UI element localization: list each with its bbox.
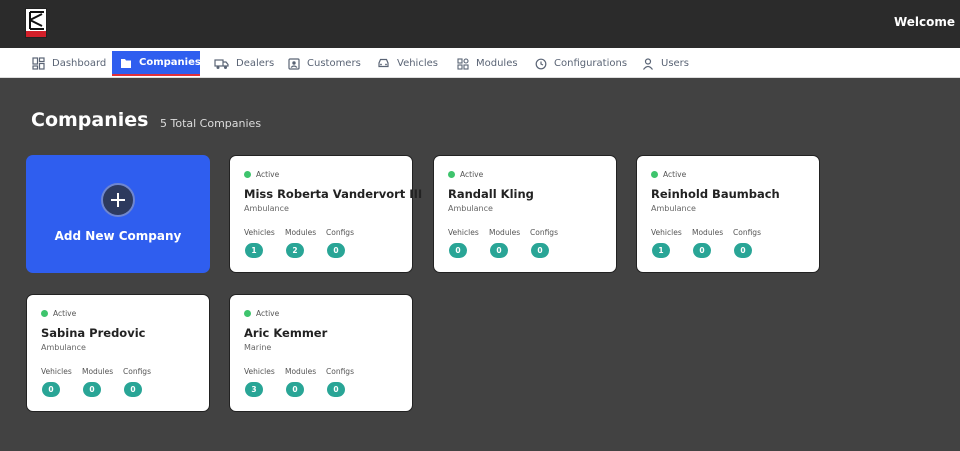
car-icon <box>378 58 389 68</box>
nav-customers[interactable]: Customers <box>280 51 369 76</box>
nav-configurations[interactable]: Configurations <box>527 51 635 76</box>
status-label: Active <box>663 170 687 179</box>
nav-modules[interactable]: Modules <box>449 51 526 76</box>
configs-label: Configs <box>123 367 151 376</box>
nav-label: Modules <box>476 58 518 69</box>
configs-label: Configs <box>326 228 354 237</box>
customers-icon <box>288 57 300 70</box>
status-dot-icon <box>651 171 658 178</box>
configurations-icon <box>535 58 547 69</box>
status-label: Active <box>256 309 280 318</box>
status-dot-icon <box>244 310 251 317</box>
status-badge: Active <box>244 170 279 179</box>
vehicles-count: 0 <box>449 243 467 258</box>
configs-label: Configs <box>326 367 354 376</box>
nav-label: Users <box>661 58 690 69</box>
modules-icon <box>457 57 469 70</box>
company-card[interactable]: Active Sabina Predovic Ambulance Vehicle… <box>26 294 210 412</box>
company-name: Reinhold Baumbach <box>651 187 780 201</box>
nav-label: Companies <box>139 57 201 68</box>
company-card[interactable]: Active Aric Kemmer Marine Vehicles Modul… <box>229 294 413 412</box>
modules-count: 0 <box>286 382 304 397</box>
modules-label: Modules <box>285 367 317 376</box>
add-new-company-card[interactable]: Add New Company <box>26 155 210 273</box>
status-dot-icon <box>244 171 251 178</box>
status-label: Active <box>460 170 484 179</box>
configs-count: 0 <box>327 382 345 397</box>
modules-count: 0 <box>693 243 711 258</box>
welcome-text: Welcome <box>893 15 955 29</box>
plus-icon <box>101 183 135 217</box>
nav-label: Configurations <box>554 58 628 69</box>
vehicles-count: 0 <box>42 382 60 397</box>
main-nav: Dashboard Companies Dealers Customers Ve… <box>0 48 960 78</box>
company-name: Sabina Predovic <box>41 326 146 340</box>
vehicles-label: Vehicles <box>448 228 479 237</box>
add-new-company-label: Add New Company <box>54 229 182 243</box>
company-card[interactable]: Active Miss Roberta Vandervort III Ambul… <box>229 155 422 273</box>
vehicles-label: Vehicles <box>244 367 275 376</box>
nav-label: Dealers <box>236 58 275 69</box>
configs-count: 0 <box>734 243 752 258</box>
company-name: Aric Kemmer <box>244 326 328 340</box>
status-badge: Active <box>448 170 483 179</box>
configs-count: 0 <box>531 243 549 258</box>
modules-label: Modules <box>489 228 521 237</box>
vehicles-label: Vehicles <box>41 367 72 376</box>
company-name: Miss Roberta Vandervort III <box>244 187 423 201</box>
vehicles-count: 1 <box>652 243 670 258</box>
truck-icon <box>214 58 229 69</box>
nav-label: Dashboard <box>52 58 107 69</box>
dashboard-icon <box>32 57 45 70</box>
nav-dealers[interactable]: Dealers <box>206 51 282 76</box>
nav-label: Customers <box>307 58 361 69</box>
modules-label: Modules <box>285 228 317 237</box>
configs-count: 0 <box>327 243 345 258</box>
company-type: Ambulance <box>244 204 289 213</box>
status-badge: Active <box>244 309 279 318</box>
app-logo[interactable] <box>25 8 47 38</box>
company-type: Ambulance <box>41 343 86 352</box>
vehicles-label: Vehicles <box>651 228 682 237</box>
top-bar: Welcome <box>0 0 960 48</box>
status-badge: Active <box>41 309 76 318</box>
page-title: Companies <box>31 109 149 131</box>
company-type: Ambulance <box>448 204 493 213</box>
status-dot-icon <box>448 171 455 178</box>
nav-companies[interactable]: Companies <box>112 51 201 76</box>
modules-count: 0 <box>83 382 101 397</box>
status-label: Active <box>256 170 280 179</box>
status-dot-icon <box>41 310 48 317</box>
company-name: Randall Kling <box>448 187 534 201</box>
status-badge: Active <box>651 170 686 179</box>
nav-vehicles[interactable]: Vehicles <box>369 51 446 76</box>
total-count: 5 Total Companies <box>160 117 262 130</box>
user-icon <box>643 57 653 70</box>
vehicles-count: 3 <box>245 382 263 397</box>
company-card[interactable]: Active Reinhold Baumbach Ambulance Vehic… <box>636 155 820 273</box>
company-card[interactable]: Active Randall Kling Ambulance Vehicles … <box>433 155 617 273</box>
vehicles-count: 1 <box>245 243 263 258</box>
modules-count: 2 <box>286 243 304 258</box>
nav-label: Vehicles <box>397 58 438 69</box>
modules-label: Modules <box>692 228 724 237</box>
company-type: Marine <box>244 343 272 352</box>
vehicles-label: Vehicles <box>244 228 275 237</box>
configs-label: Configs <box>530 228 558 237</box>
modules-count: 0 <box>490 243 508 258</box>
configs-label: Configs <box>733 228 761 237</box>
company-type: Ambulance <box>651 204 696 213</box>
status-label: Active <box>53 309 77 318</box>
companies-icon <box>121 58 131 68</box>
nav-dashboard[interactable]: Dashboard <box>24 51 114 76</box>
modules-label: Modules <box>82 367 114 376</box>
configs-count: 0 <box>124 382 142 397</box>
nav-users[interactable]: Users <box>634 51 697 76</box>
